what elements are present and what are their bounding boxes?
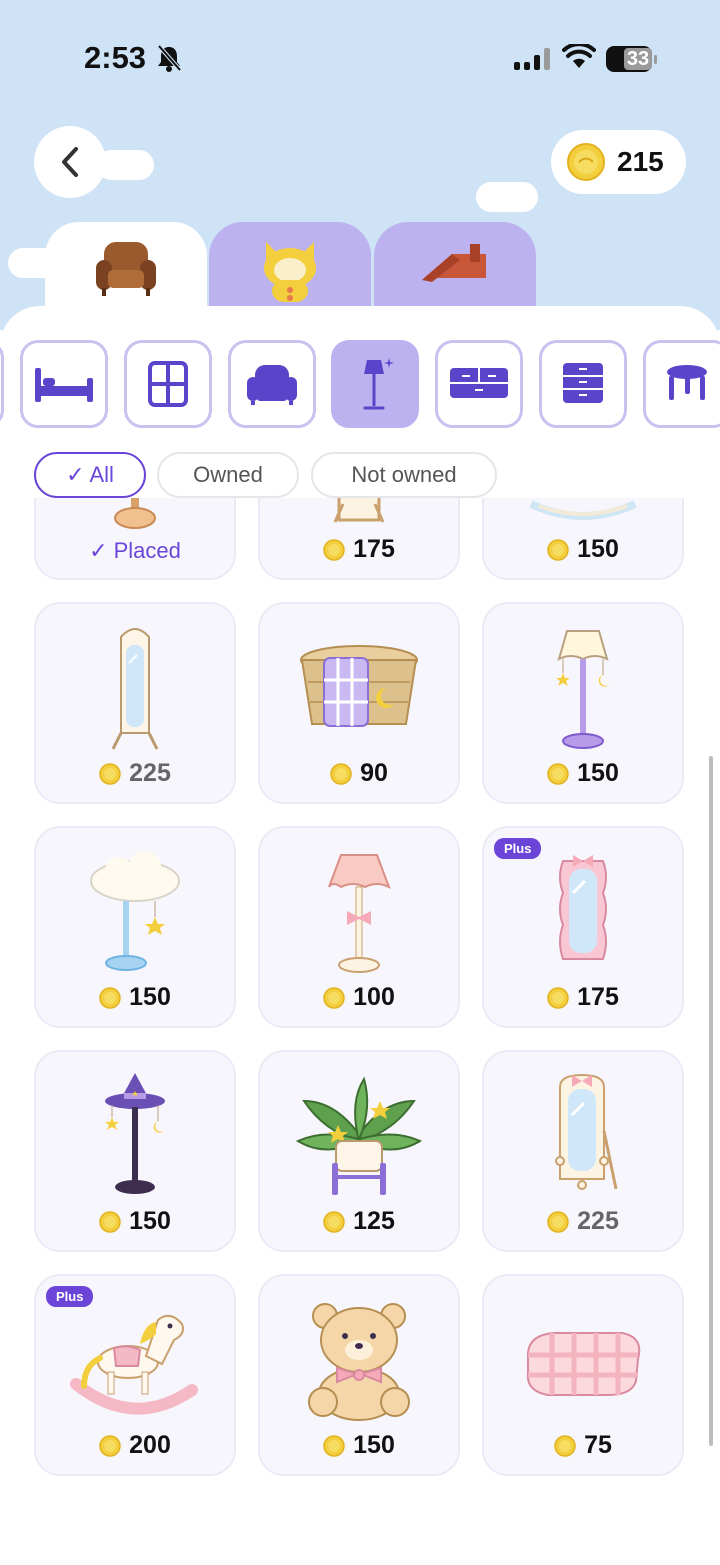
teddy-bear-item <box>260 1290 458 1430</box>
item-card[interactable]: 225 <box>482 1050 684 1252</box>
category-row <box>0 340 720 430</box>
coin-count: 215 <box>617 146 664 177</box>
item-card[interactable]: 125 <box>258 1050 460 1252</box>
item-card[interactable]: 75 <box>482 1274 684 1476</box>
item-price: 100 <box>353 983 395 1011</box>
battery-icon: 33 <box>606 46 657 72</box>
category-dressers[interactable] <box>435 340 523 428</box>
coin-icon <box>323 1434 345 1457</box>
round-mirror-item <box>484 498 682 534</box>
item-price: 150 <box>577 535 619 563</box>
shop-panel: ✓ All Owned Not owned ✓ Placed 175 150 2… <box>0 306 720 1565</box>
bow-mirror-item <box>484 1066 682 1206</box>
item-card[interactable]: 100 <box>258 826 460 1028</box>
item-card[interactable]: Plus 175 <box>482 826 684 1028</box>
category-stools[interactable] <box>643 340 720 428</box>
coin-icon <box>547 762 569 785</box>
item-card[interactable]: 90 <box>258 602 460 804</box>
category-cabinets[interactable] <box>539 340 627 428</box>
coin-icon <box>330 762 352 785</box>
cabinet-icon <box>563 363 603 403</box>
filter-owned[interactable]: Owned <box>157 452 299 498</box>
item-card[interactable]: 150 <box>482 498 684 580</box>
filter-not-owned[interactable]: Not owned <box>311 452 497 498</box>
item-price: 150 <box>129 983 171 1011</box>
scrollbar[interactable] <box>709 756 713 1446</box>
category-beds[interactable] <box>20 340 108 428</box>
item-card[interactable]: ✓ Placed <box>34 498 236 580</box>
armchair-icon <box>96 242 156 296</box>
category-partial[interactable] <box>0 340 4 428</box>
item-price: 225 <box>577 1207 619 1235</box>
item-price: 175 <box>577 983 619 1011</box>
placed-label: ✓ Placed <box>89 538 181 563</box>
wavy-pink-mirror-item <box>484 842 682 982</box>
coin-icon <box>99 1210 121 1233</box>
item-card[interactable]: 175 <box>258 498 460 580</box>
folded-blanket-item <box>484 1290 682 1430</box>
cat-avatar-icon <box>264 242 316 302</box>
coin-icon <box>99 1434 121 1457</box>
coin-icon <box>547 986 569 1009</box>
item-price: 200 <box>129 1431 171 1459</box>
item-card[interactable]: 150 <box>34 1050 236 1252</box>
pink-shade-lamp-item <box>260 842 458 982</box>
lamp-base-item <box>36 498 234 534</box>
floor-lamp-icon <box>363 358 394 410</box>
filter-all[interactable]: ✓ All <box>34 452 146 498</box>
status-time: 2:53 <box>84 40 147 75</box>
sofa-icon <box>247 365 297 405</box>
coin-balance[interactable]: 215 <box>551 130 686 194</box>
cloud-decoration <box>476 182 538 212</box>
category-seating[interactable] <box>228 340 316 428</box>
item-price: 225 <box>129 759 171 787</box>
coin-icon <box>323 538 345 561</box>
standing-mirror-item <box>36 618 234 758</box>
coin-icon <box>323 986 345 1009</box>
item-card[interactable]: 150 <box>482 602 684 804</box>
dresser-icon <box>450 368 508 398</box>
item-price: 75 <box>584 1431 612 1459</box>
bell-off-icon <box>157 44 182 72</box>
frame-mirror-item <box>260 498 458 534</box>
items-grid: ✓ Placed 175 150 225 90 150 150 100 Plus… <box>0 498 720 1565</box>
battery-level: 33 <box>624 48 652 70</box>
back-button[interactable] <box>34 126 106 198</box>
potted-plant-item <box>260 1066 458 1206</box>
item-card[interactable]: 150 <box>34 826 236 1028</box>
item-price: 150 <box>353 1431 395 1459</box>
bed-icon <box>35 368 93 402</box>
cellular-signal-icon <box>514 48 550 70</box>
rocking-horse-item <box>36 1290 234 1430</box>
item-card[interactable]: 150 <box>258 1274 460 1476</box>
item-price: 150 <box>129 1207 171 1235</box>
star-moon-floor-lamp-item <box>484 618 682 758</box>
status-bar: 2:53 33 <box>0 0 720 110</box>
witch-hat-lamp-item <box>36 1066 234 1206</box>
coin-icon <box>567 143 605 181</box>
coin-icon <box>99 762 121 785</box>
blanket-basket-item <box>260 618 458 758</box>
coin-icon <box>323 1210 345 1233</box>
category-windows[interactable] <box>124 340 212 428</box>
cloud-lamp-item <box>36 842 234 982</box>
category-lamps[interactable] <box>331 340 419 428</box>
item-price: 150 <box>577 759 619 787</box>
coin-icon <box>554 1434 576 1457</box>
filter-row: ✓ All Owned Not owned <box>0 452 720 498</box>
coin-icon <box>99 986 121 1009</box>
coin-icon <box>547 1210 569 1233</box>
item-price: 175 <box>353 535 395 563</box>
item-card[interactable]: 225 <box>34 602 236 804</box>
item-price: 125 <box>353 1207 395 1235</box>
chevron-left-icon <box>62 147 78 177</box>
window-icon <box>148 361 188 407</box>
coin-icon <box>547 538 569 561</box>
stool-icon <box>667 365 707 400</box>
wifi-icon <box>562 44 596 68</box>
item-price: 90 <box>360 759 388 787</box>
item-card[interactable]: Plus 200 <box>34 1274 236 1476</box>
roof-icon <box>422 244 486 282</box>
